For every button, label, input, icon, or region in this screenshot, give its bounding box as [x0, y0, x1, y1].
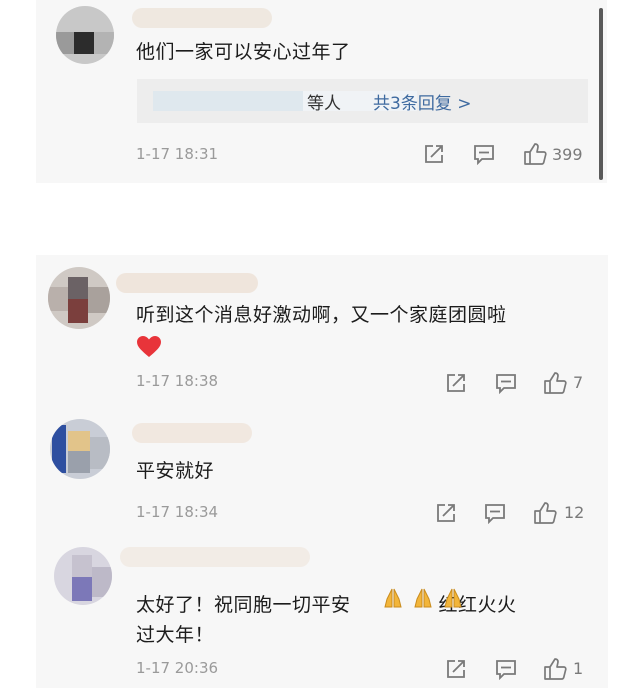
share-icon[interactable]	[435, 502, 457, 524]
share-icon[interactable]	[423, 143, 445, 165]
like-icon[interactable]	[543, 657, 567, 681]
pray-emoji	[414, 588, 432, 608]
timestamp: 1-17 18:31	[136, 145, 219, 163]
comment-text: 他们一家可以安心过年了	[136, 41, 351, 63]
like-count: 1	[573, 659, 584, 678]
comment-icon[interactable]	[473, 143, 495, 165]
reply-suffix: 等人	[307, 94, 341, 114]
share-icon[interactable]	[445, 372, 467, 394]
comment-text-line2: 过大年！	[136, 624, 215, 646]
username[interactable]	[120, 547, 310, 567]
like-count: 12	[564, 503, 585, 522]
timestamp: 1-17 18:34	[136, 503, 219, 521]
username[interactable]	[132, 8, 272, 28]
comment-list: 听到这个消息好激动啊，又一个家庭团圆啦 1-17 18:38 7 平安就好 1-…	[36, 255, 608, 688]
username[interactable]	[116, 273, 258, 293]
pray-emoji	[444, 588, 462, 608]
like-icon[interactable]	[523, 142, 547, 166]
timestamp: 1-17 20:36	[136, 659, 219, 677]
pray-emoji	[384, 588, 402, 608]
username[interactable]	[132, 423, 252, 443]
reply-summary[interactable]: 等人 共3条回复 >	[137, 79, 588, 123]
view-replies-link[interactable]: 共3条回复 >	[373, 89, 471, 114]
like-count: 399	[552, 145, 583, 164]
comment-icon[interactable]	[484, 502, 506, 524]
comment-icon[interactable]	[495, 372, 517, 394]
comment-card: 他们一家可以安心过年了 等人 共3条回复 > 1-17 18:31 399	[36, 0, 607, 183]
avatar[interactable]	[54, 547, 112, 605]
comment-text: 平安就好	[136, 460, 215, 482]
avatar[interactable]	[50, 419, 110, 479]
like-count: 7	[573, 373, 584, 392]
timestamp: 1-17 18:38	[136, 372, 219, 390]
share-icon[interactable]	[445, 658, 467, 680]
comment-text: 听到这个消息好激动啊，又一个家庭团圆啦	[136, 304, 507, 326]
comment-icon[interactable]	[495, 658, 517, 680]
avatar[interactable]	[56, 6, 114, 64]
heart-emoji	[137, 336, 161, 357]
scrollbar[interactable]	[599, 8, 603, 180]
avatar[interactable]	[48, 267, 110, 329]
like-icon[interactable]	[543, 371, 567, 395]
reply-usernames	[153, 91, 303, 111]
like-icon[interactable]	[533, 501, 557, 525]
